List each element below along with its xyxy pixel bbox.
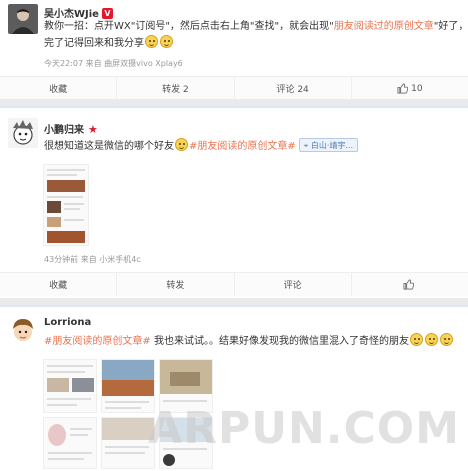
topic-link[interactable]: 朋友阅读过的原创文章	[334, 21, 434, 32]
comment-button[interactable]: 评论 24	[235, 77, 352, 100]
avatar[interactable]	[8, 4, 38, 34]
repost-button[interactable]: 转发	[117, 273, 235, 296]
like-button[interactable]	[352, 273, 468, 296]
avatar[interactable]	[8, 315, 38, 345]
avatar[interactable]	[8, 118, 38, 148]
action-bar: 收藏 转发 评论	[0, 272, 468, 296]
comment-button[interactable]: 评论	[235, 273, 352, 296]
like-button[interactable]: 10	[352, 77, 468, 100]
topic-link[interactable]: #朋友阅读的原创文章#	[189, 141, 296, 152]
emoji-icon	[409, 333, 423, 346]
watermark: ARPUN.COM	[148, 403, 460, 454]
post-text: 教你一招：点开WX"订阅号"，然后点击右上角"查找"，就会出现"朋友阅读过的原创…	[44, 21, 468, 49]
post-image[interactable]	[43, 417, 97, 469]
collect-button[interactable]: 收藏	[0, 273, 118, 296]
emoji-icon	[160, 35, 173, 48]
post-card-2: 小鹏归来 ★ 很想知道这是微信的哪个好友 #朋友阅读的原创文章# ⌖ 白山·靖宇...…	[0, 108, 468, 298]
post-card-1: 吴小杰WJie V 教你一招：点开WX"订阅号"，然后点击右上角"查找"，就会出现…	[0, 0, 468, 100]
vip-badge-icon: V	[101, 8, 113, 19]
post-meta: 今天22:07 来自 曲屏双摄vivo Xplay6	[44, 59, 183, 68]
action-bar: 收藏 转发 2 评论 24 10	[0, 76, 468, 100]
author-name[interactable]: Lorriona	[44, 317, 91, 328]
author-name[interactable]: 吴小杰WJie V	[44, 5, 113, 20]
post-text: #朋友阅读的原创文章# 我也来试试。。结果好像发现我的微信里混入了奇怪的朋友	[44, 333, 454, 350]
author-name[interactable]: 小鹏归来 ★	[44, 121, 98, 136]
post-image[interactable]	[101, 417, 155, 469]
post-image[interactable]	[101, 359, 155, 413]
repost-button[interactable]: 转发 2	[117, 77, 235, 100]
emoji-icon	[424, 333, 438, 346]
star-icon: ★	[88, 123, 98, 136]
post-text: 很想知道这是微信的哪个好友 #朋友阅读的原创文章# ⌖ 白山·靖宇...	[44, 138, 358, 155]
post-meta: 43分钟前 来自 小米手机4c	[44, 255, 141, 264]
topic-link[interactable]: #朋友阅读的原创文章#	[44, 336, 151, 347]
collect-button[interactable]: 收藏	[0, 77, 118, 100]
emoji-icon	[145, 35, 158, 48]
location-tag[interactable]: ⌖ 白山·靖宇...	[298, 138, 358, 152]
thumb-up-icon	[397, 83, 409, 94]
location-pin-icon: ⌖	[303, 141, 311, 150]
emoji-icon	[439, 333, 453, 346]
post-image[interactable]	[43, 359, 97, 413]
thumb-up-icon	[403, 279, 414, 290]
post-image[interactable]	[43, 164, 89, 246]
emoji-icon	[175, 138, 188, 151]
